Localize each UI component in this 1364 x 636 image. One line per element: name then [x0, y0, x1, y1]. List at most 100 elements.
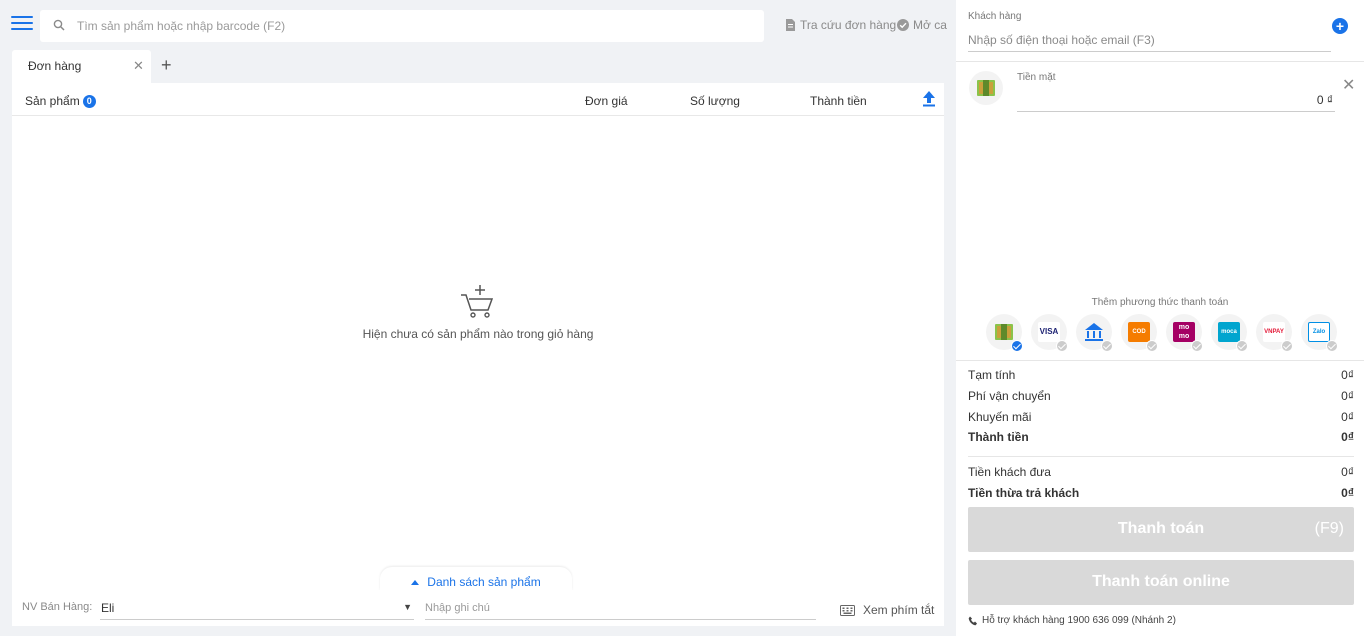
column-unit-price: Đơn giá [585, 94, 628, 108]
customer-input[interactable] [968, 28, 1331, 52]
divider [968, 456, 1354, 457]
open-shift-link[interactable]: Mở ca [897, 18, 947, 32]
product-list-label: Danh sách sản phẩm [427, 575, 541, 589]
keyboard-icon [840, 604, 855, 616]
discount-row: Khuyến mãi 0₫ [968, 410, 1354, 424]
pay-button-label: Thanh toán [1117, 520, 1205, 537]
discount-label: Khuyến mãi [968, 410, 1032, 424]
paid-label: Tiền khách đưa [968, 465, 1051, 479]
tab-label: Đơn hàng [28, 59, 82, 73]
product-count-badge: 0 [82, 95, 96, 108]
divider [956, 360, 1364, 361]
shipping-value: 0₫ [1341, 389, 1354, 403]
empty-cart-message: Hiện chưa có sản phẩm nào trong giỏ hàng [362, 327, 594, 341]
pay-online-button[interactable]: Thanh toán online [968, 560, 1354, 605]
cart-add-icon [461, 285, 494, 318]
check-circle-icon [897, 19, 909, 31]
check-icon [1191, 340, 1203, 352]
visa-mastercard-icon: VISA [1038, 322, 1060, 342]
check-icon [1056, 340, 1068, 352]
caret-up-icon [411, 580, 420, 585]
column-product: Sản phẩm 0 [25, 94, 96, 108]
order-lookup-link[interactable]: Tra cứu đơn hàng [784, 18, 896, 32]
subtotal-row: Tạm tính 0₫ [968, 368, 1354, 382]
check-icon [1326, 340, 1338, 352]
close-icon[interactable]: ✕ [133, 59, 144, 73]
momo-icon: mo mo [1173, 322, 1195, 342]
shipping-label: Phí vận chuyển [968, 389, 1051, 403]
vnpay-icon: VNPAY [1263, 322, 1285, 342]
chevron-down-icon: ▼ [403, 602, 412, 612]
pay-shortcut-key: (F9) [1314, 520, 1344, 537]
payment-momo[interactable]: mo mo [1166, 314, 1203, 352]
staff-label: NV Bán Hàng: [22, 601, 93, 613]
shortcuts-label: Xem phím tắt [863, 603, 935, 617]
cash-icon [969, 71, 1003, 105]
change-row: Tiền thừa trả khách 0₫ [968, 486, 1354, 500]
check-icon [1146, 340, 1158, 352]
check-icon [1281, 340, 1293, 352]
zalopay-icon: Zalo [1308, 322, 1330, 342]
payment-bank-transfer[interactable] [1076, 314, 1113, 352]
support-text: Hỗ trợ khách hàng 1900 636 099 (Nhánh 2) [982, 615, 1176, 626]
check-icon [1101, 340, 1113, 352]
total-value: 0₫ [1341, 430, 1354, 444]
payment-card[interactable]: VISA [1031, 314, 1068, 352]
payment-methods: VISA COD mo mo moca VNPAY Zalo [986, 314, 1364, 354]
customer-label: Khách hàng [968, 11, 1022, 22]
open-shift-label: Mở ca [913, 18, 947, 32]
close-icon[interactable]: ✕ [1342, 78, 1355, 94]
payment-moca[interactable]: moca [1211, 314, 1248, 352]
order-area: Tra cứu đơn hàng Mở ca Đơn hàng ✕ + Sản … [0, 0, 956, 636]
shipping-row: Phí vận chuyển 0₫ [968, 389, 1354, 403]
payment-zalopay[interactable]: Zalo [1301, 314, 1338, 352]
paid-value: 0₫ [1341, 465, 1354, 479]
selected-check-icon [1011, 340, 1023, 352]
order-lookup-label: Tra cứu đơn hàng [800, 18, 897, 32]
empty-cart: Hiện chưa có sản phẩm nào trong giỏ hàng [12, 283, 944, 341]
change-value: 0₫ [1341, 486, 1354, 500]
add-payment-method-label: Thêm phương thức thanh toán [1091, 297, 1229, 308]
product-list-toggle[interactable]: Danh sách sản phẩm [380, 567, 572, 591]
total-label: Thành tiền [968, 430, 1029, 444]
search-icon [53, 19, 65, 31]
column-product-label: Sản phẩm [25, 94, 80, 108]
staff-select[interactable]: Eli ▼ [100, 596, 414, 620]
note-input[interactable] [425, 596, 816, 620]
change-label: Tiền thừa trả khách [968, 486, 1080, 500]
document-icon [786, 19, 795, 31]
support-info: Hỗ trợ khách hàng 1900 636 099 (Nhánh 2) [968, 615, 1176, 626]
bottom-bar: NV Bán Hàng: Eli ▼ Xem phím tắt [12, 590, 944, 626]
add-customer-icon[interactable]: + [1332, 18, 1348, 34]
divider [956, 61, 1364, 62]
payment-cod[interactable]: COD [1121, 314, 1158, 352]
tab-order[interactable]: Đơn hàng ✕ [12, 50, 151, 83]
discount-value: 0₫ [1341, 410, 1354, 424]
search-input[interactable] [77, 10, 747, 42]
cash-amount: 0 ₫ [1316, 93, 1333, 107]
upload-icon[interactable] [922, 90, 936, 107]
cart-panel: Sản phẩm 0 Đơn giá Số lượng Thành tiền Hi… [12, 83, 944, 590]
column-quantity: Số lượng [690, 94, 740, 108]
cart-header: Sản phẩm 0 Đơn giá Số lượng Thành tiền [12, 83, 944, 116]
cash-amount-input[interactable]: 0 ₫ [1017, 88, 1335, 112]
shortcuts-button[interactable]: Xem phím tắt [840, 603, 934, 617]
phone-icon [968, 616, 977, 625]
checkout-panel: Khách hàng + Tiền mặt 0 ₫ ✕ Thêm phương … [956, 0, 1364, 636]
payment-vnpay[interactable]: VNPAY [1256, 314, 1293, 352]
menu-icon[interactable] [11, 16, 33, 34]
subtotal-value: 0₫ [1341, 368, 1354, 382]
pay-online-label: Thanh toán online [1092, 573, 1230, 590]
search-bar [40, 10, 764, 42]
total-row: Thành tiền 0₫ [968, 430, 1354, 444]
cod-icon: COD [1128, 322, 1150, 342]
staff-value: Eli [101, 601, 115, 615]
paid-row: Tiền khách đưa 0₫ [968, 465, 1354, 479]
column-total: Thành tiền [810, 94, 867, 108]
check-icon [1236, 340, 1248, 352]
payment-cash[interactable] [986, 314, 1023, 352]
pay-button[interactable]: Thanh toán (F9) [968, 507, 1354, 552]
moca-grab-icon: moca [1218, 322, 1240, 342]
add-tab-icon[interactable]: + [161, 55, 172, 75]
subtotal-label: Tạm tính [968, 368, 1016, 382]
